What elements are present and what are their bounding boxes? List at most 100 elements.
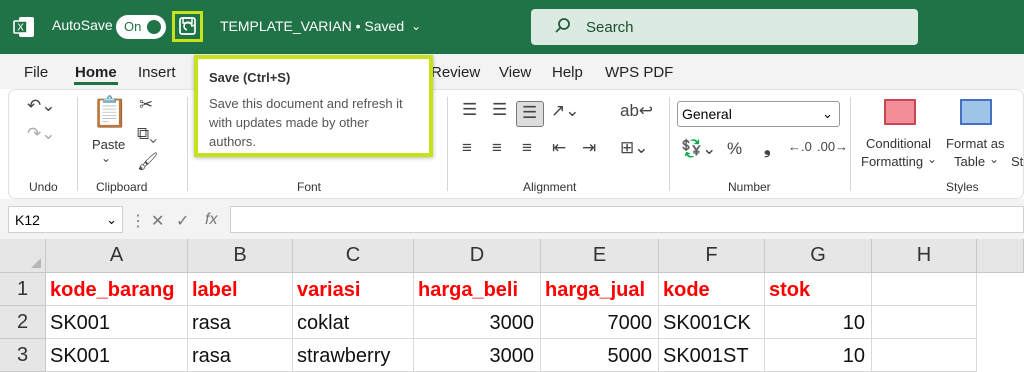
align-left-icon[interactable]: ≡: [462, 138, 472, 158]
format-painter-icon[interactable]: 🖌: [137, 152, 159, 172]
column-header-empty[interactable]: [977, 239, 1024, 273]
formula-input[interactable]: [230, 206, 1024, 233]
chevron-down-icon[interactable]: ⌄: [101, 151, 111, 165]
increase-indent-icon[interactable]: ⇥: [582, 138, 596, 158]
center-icon[interactable]: ≡: [492, 138, 502, 158]
cell-f3[interactable]: SK001ST: [659, 339, 765, 372]
merge-center-icon[interactable]: ⊞⌄: [620, 138, 649, 158]
tab-wps-pdf[interactable]: WPS PDF: [605, 64, 673, 81]
insert-function-icon[interactable]: fx: [205, 211, 217, 229]
chevron-down-icon[interactable]: ⌄: [989, 152, 999, 166]
cancel-icon[interactable]: ✕: [151, 211, 164, 231]
chevron-down-icon: ⌄: [411, 19, 422, 33]
cell-a2[interactable]: SK001: [46, 306, 188, 339]
ribbon-separator: [447, 97, 448, 191]
chevron-down-icon[interactable]: ⌄: [927, 152, 937, 166]
column-header-b[interactable]: B: [188, 239, 293, 273]
cell-f2[interactable]: SK001CK: [659, 306, 765, 339]
tab-file[interactable]: File: [24, 64, 48, 81]
conditional-formatting-label-2: Formatting: [861, 154, 924, 169]
excel-icon: X: [12, 14, 38, 40]
top-align-icon[interactable]: ☰: [462, 100, 477, 120]
cell-a3[interactable]: SK001: [46, 339, 188, 372]
row-header-1[interactable]: 1: [0, 273, 46, 306]
format-as-table-button[interactable]: Format as: [946, 136, 1005, 151]
cell-d2[interactable]: 3000: [414, 306, 541, 339]
cell-f1[interactable]: kode: [659, 273, 765, 306]
cell-b3[interactable]: rasa: [188, 339, 293, 372]
select-all-corner[interactable]: [0, 239, 46, 273]
toggle-text: On: [124, 19, 142, 34]
cell-g1[interactable]: stok: [765, 273, 872, 306]
accounting-format-icon[interactable]: 💱⌄: [681, 139, 716, 159]
cell-h2[interactable]: [872, 306, 977, 339]
cell-e1[interactable]: harga_jual: [541, 273, 659, 306]
column-header-e[interactable]: E: [541, 239, 659, 273]
document-title[interactable]: TEMPLATE_VARIAN • Saved ⌄: [220, 18, 421, 34]
more-options-icon[interactable]: ⋮: [130, 211, 146, 231]
group-label-font: Font: [297, 180, 322, 194]
row-header-2[interactable]: 2: [0, 306, 46, 339]
ribbon-separator: [669, 97, 670, 191]
decrease-decimal-icon[interactable]: .00→: [817, 139, 848, 154]
column-header-f[interactable]: F: [659, 239, 765, 273]
scissors-icon[interactable]: ✂: [139, 95, 153, 115]
conditional-formatting-icon[interactable]: [884, 99, 916, 125]
paste-button[interactable]: Paste: [92, 137, 125, 152]
copy-icon[interactable]: ⧉⌄: [137, 124, 157, 144]
cell-e3[interactable]: 5000: [541, 339, 659, 372]
cell-h3[interactable]: [872, 339, 977, 372]
cell-styles-button[interactable]: St: [1011, 154, 1023, 169]
formula-bar: K12 ⌄ ⋮ ✕ ✓ fx: [0, 199, 1024, 239]
cell-d1[interactable]: harga_beli: [414, 273, 541, 306]
toggle-knob: [147, 20, 161, 34]
group-label-styles: Styles: [946, 180, 979, 194]
align-right-icon[interactable]: ≡: [522, 138, 532, 158]
title-bar: X AutoSave On TEMPLATE_VARIAN • Saved ⌄ S…: [0, 0, 1024, 54]
increase-decimal-icon[interactable]: ←.0: [788, 139, 812, 154]
name-box[interactable]: K12 ⌄: [8, 206, 123, 233]
undo-icon[interactable]: ↶⌄: [27, 96, 56, 116]
cell-c2[interactable]: coklat: [293, 306, 414, 339]
tab-home[interactable]: Home: [75, 64, 117, 81]
autosave-toggle[interactable]: On: [116, 15, 166, 39]
svg-text:X: X: [17, 23, 24, 34]
ribbon-separator: [850, 97, 851, 191]
decrease-indent-icon[interactable]: ⇤: [552, 138, 566, 158]
cell-c3[interactable]: strawberry: [293, 339, 414, 372]
paste-icon[interactable]: 📋: [91, 95, 128, 130]
tab-insert[interactable]: Insert: [138, 64, 176, 81]
column-header-g[interactable]: G: [765, 239, 872, 273]
tab-help[interactable]: Help: [552, 64, 583, 81]
row-header-3[interactable]: 3: [0, 339, 46, 372]
wrap-text-icon[interactable]: ab↩: [620, 101, 653, 121]
save-button[interactable]: [172, 11, 203, 42]
cell-d3[interactable]: 3000: [414, 339, 541, 372]
cell-b1[interactable]: label: [188, 273, 293, 306]
cell-h1[interactable]: [872, 273, 977, 306]
cell-c1[interactable]: variasi: [293, 273, 414, 306]
column-header-h[interactable]: H: [872, 239, 977, 273]
orientation-icon[interactable]: ↗⌄: [551, 101, 580, 121]
worksheet-grid: A B C D E F G H 1 2 3 kode_barang label …: [0, 239, 1024, 372]
column-header-a[interactable]: A: [46, 239, 188, 273]
tab-review[interactable]: Review: [431, 64, 480, 81]
column-header-d[interactable]: D: [414, 239, 541, 273]
group-label-number: Number: [728, 180, 771, 194]
column-header-c[interactable]: C: [293, 239, 414, 273]
tab-view[interactable]: View: [499, 64, 531, 81]
middle-align-icon[interactable]: ☰: [492, 100, 507, 120]
percent-icon[interactable]: %: [727, 139, 742, 159]
conditional-formatting-button[interactable]: Conditional: [866, 136, 931, 151]
redo-icon[interactable]: ↷⌄: [27, 124, 56, 144]
cell-g2[interactable]: 10: [765, 306, 872, 339]
cell-b2[interactable]: rasa: [188, 306, 293, 339]
cell-a1[interactable]: kode_barang: [46, 273, 188, 306]
format-as-table-icon[interactable]: [960, 99, 992, 125]
comma-style-icon[interactable]: ❟: [764, 139, 771, 159]
search-box[interactable]: Search: [531, 9, 918, 45]
enter-icon[interactable]: ✓: [176, 211, 189, 231]
number-format-select[interactable]: General ⌄: [677, 101, 840, 127]
cell-e2[interactable]: 7000: [541, 306, 659, 339]
cell-g3[interactable]: 10: [765, 339, 872, 372]
